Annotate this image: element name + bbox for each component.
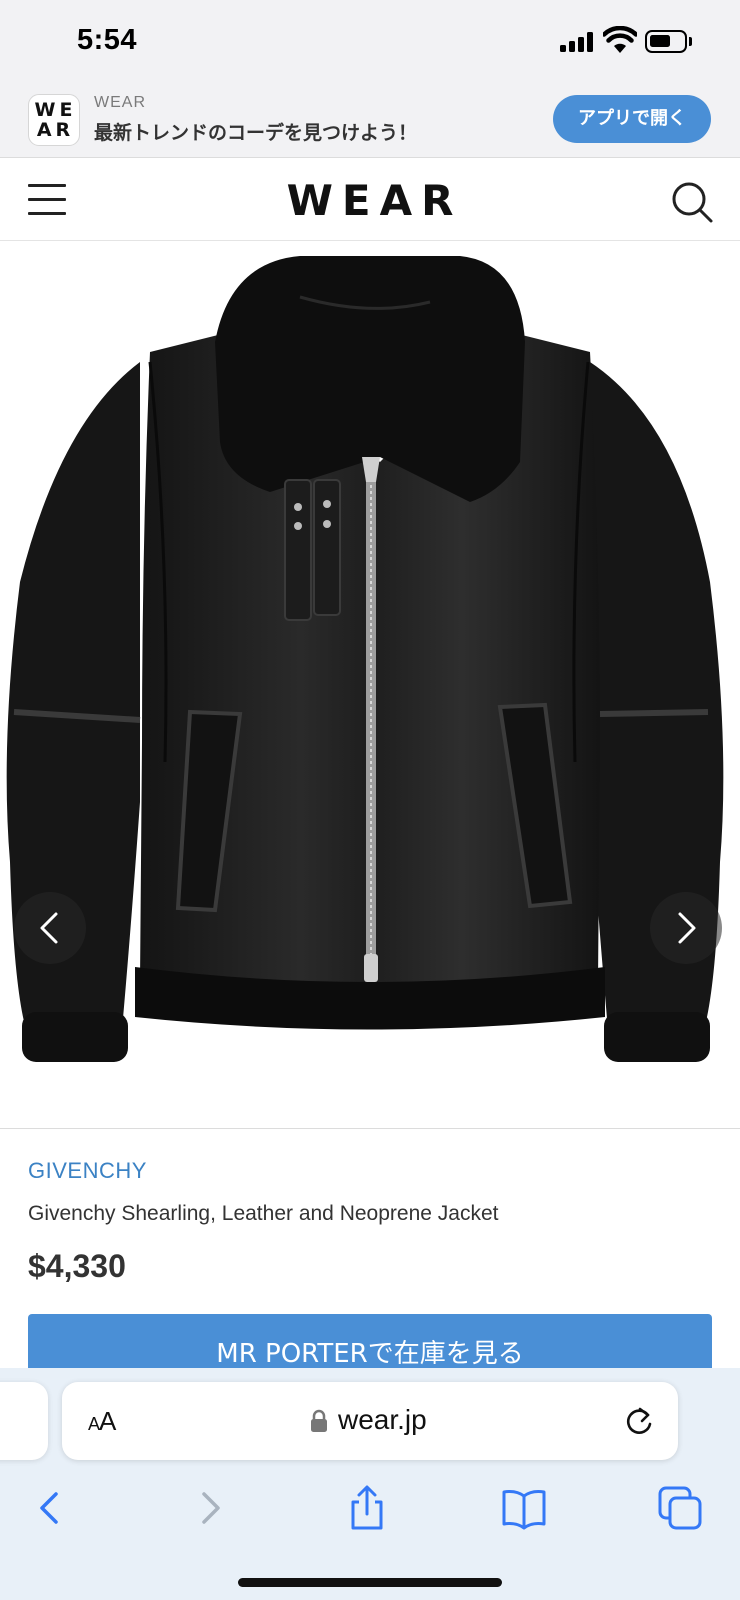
wifi-icon bbox=[603, 26, 637, 53]
battery-cap bbox=[689, 37, 692, 46]
tabs-icon[interactable] bbox=[656, 1484, 704, 1532]
bookmarks-icon[interactable] bbox=[500, 1484, 548, 1532]
product-image[interactable] bbox=[0, 242, 740, 1128]
forward-icon[interactable] bbox=[186, 1484, 234, 1532]
address-bar[interactable]: AA wear.jp bbox=[62, 1382, 678, 1460]
previous-tab-preview[interactable] bbox=[0, 1382, 48, 1460]
browser-toolbar: AA wear.jp bbox=[0, 1368, 740, 1600]
product-name: Givenchy Shearling, Leather and Neoprene… bbox=[28, 1202, 499, 1225]
share-icon[interactable] bbox=[343, 1484, 391, 1532]
back-icon[interactable] bbox=[26, 1484, 74, 1532]
banner-tagline: 最新トレンドのコーデを見つけよう！ bbox=[94, 122, 418, 144]
product-price: $4,330 bbox=[28, 1248, 126, 1284]
url-text[interactable]: wear.jp bbox=[338, 1404, 427, 1436]
status-time: 5:54 bbox=[77, 24, 138, 56]
battery-icon bbox=[645, 30, 687, 53]
chevron-right-icon[interactable] bbox=[650, 892, 722, 964]
home-indicator bbox=[238, 1578, 502, 1587]
open-in-app-button[interactable]: アプリで開く bbox=[553, 95, 711, 143]
lock-icon bbox=[311, 1409, 327, 1432]
reload-icon[interactable] bbox=[622, 1404, 656, 1438]
app-logo-icon[interactable]: WE AR bbox=[28, 94, 80, 146]
app-banner: WE AR WEAR 最新トレンドのコーデを見つけよう！ アプリで開く bbox=[0, 84, 740, 158]
divider bbox=[0, 1128, 740, 1129]
status-bar: 5:54 bbox=[0, 0, 740, 84]
banner-app-name: WEAR bbox=[94, 94, 146, 111]
product-brand-link[interactable]: GIVENCHY bbox=[28, 1158, 147, 1184]
cellular-signal-icon bbox=[560, 32, 594, 52]
search-icon[interactable] bbox=[670, 180, 714, 224]
text-size-button[interactable]: AA bbox=[88, 1406, 116, 1437]
site-logo[interactable]: WEAR bbox=[0, 176, 740, 225]
jacket-image bbox=[6, 256, 724, 1062]
battery-level bbox=[650, 35, 670, 47]
site-header: WEAR bbox=[0, 158, 740, 241]
chevron-left-icon[interactable] bbox=[14, 892, 86, 964]
